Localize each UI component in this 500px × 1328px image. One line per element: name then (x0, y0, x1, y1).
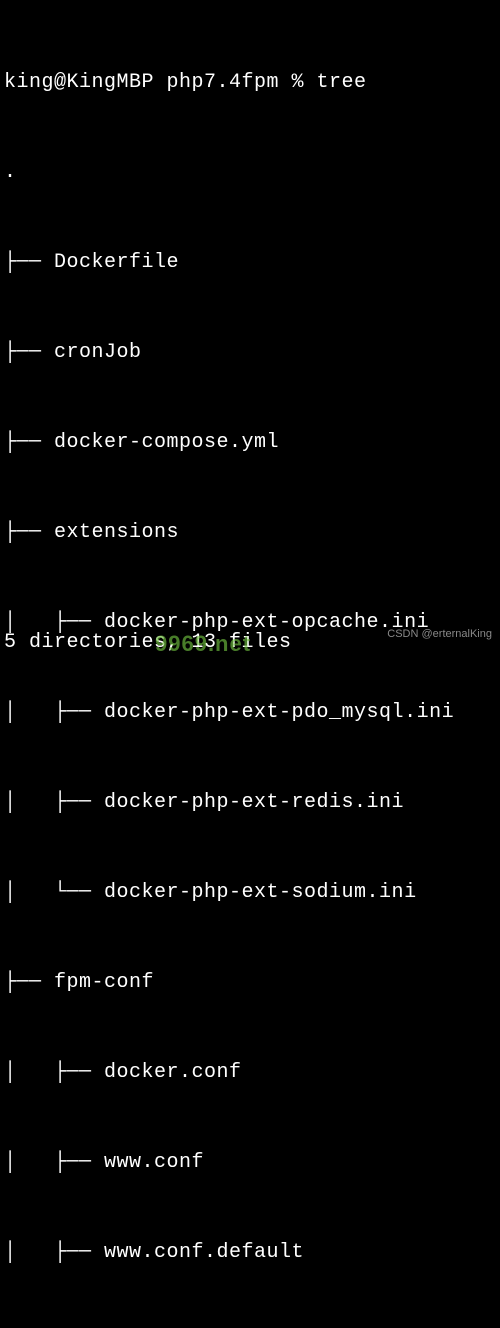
tree-line: │ ├── www.conf.default (4, 1238, 496, 1268)
prompt-line: king@KingMBP php7.4fpm % tree (4, 68, 496, 98)
terminal-output: king@KingMBP php7.4fpm % tree . ├── Dock… (4, 8, 496, 1328)
tree-line: ├── cronJob (4, 338, 496, 368)
watermark-site: 9969.net (155, 627, 251, 660)
tree-line: ├── Dockerfile (4, 248, 496, 278)
tree-line: ├── extensions (4, 518, 496, 548)
tree-line: │ ├── docker.conf (4, 1058, 496, 1088)
tree-line: ├── docker-compose.yml (4, 428, 496, 458)
tree-line: │ ├── docker-php-ext-redis.ini (4, 788, 496, 818)
watermark-csdn: CSDN @erternalKing (387, 626, 492, 643)
tree-line: │ ├── docker-php-ext-pdo_mysql.ini (4, 698, 496, 728)
tree-line: . (4, 158, 496, 188)
tree-line: │ ├── www.conf (4, 1148, 496, 1178)
tree-line: │ └── docker-php-ext-sodium.ini (4, 878, 496, 908)
tree-line: ├── fpm-conf (4, 968, 496, 998)
